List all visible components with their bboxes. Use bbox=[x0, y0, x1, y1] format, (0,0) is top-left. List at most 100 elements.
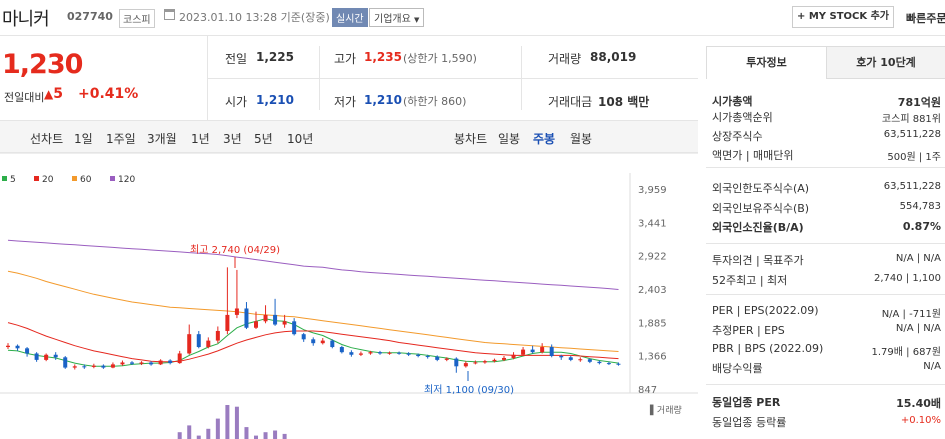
quick-order-link[interactable]: 빠른주문 bbox=[906, 10, 945, 26]
candle-body bbox=[568, 357, 573, 360]
stock-name: 마니커 bbox=[2, 9, 50, 30]
info-value: N/A bbox=[923, 361, 941, 372]
period-4[interactable]: 3년 bbox=[223, 130, 242, 147]
candle-body bbox=[397, 352, 402, 354]
candle-body bbox=[120, 362, 125, 365]
period-1[interactable]: 1주일 bbox=[106, 130, 136, 147]
legend-swatch-20 bbox=[34, 176, 39, 181]
volume-bar bbox=[263, 432, 268, 439]
info-label: 시가총액 bbox=[712, 95, 753, 108]
candle-body bbox=[502, 357, 506, 360]
info-value: 781억원 bbox=[897, 96, 941, 109]
candle-body bbox=[549, 347, 554, 357]
candle-body bbox=[616, 363, 621, 365]
candle-body bbox=[425, 356, 430, 358]
quote-datetime: 2023.01.10 13:28 기준(장중) bbox=[179, 11, 330, 24]
low-note: 최저 1,100 (09/30) bbox=[424, 384, 514, 396]
info-label: PER | EPS(2022.09) bbox=[712, 304, 819, 317]
candle-body bbox=[53, 354, 58, 358]
info-value: 63,511,228 bbox=[883, 181, 941, 192]
candle-body bbox=[244, 308, 249, 328]
info-value: 500원 | 1주 bbox=[887, 152, 941, 163]
info-label: 배당수익률 bbox=[712, 362, 763, 375]
info-label: 투자의견 | 목표주가 bbox=[712, 254, 804, 267]
volume-label: 거래량 bbox=[548, 52, 582, 66]
info-value: N/A | -711원 bbox=[881, 309, 941, 320]
info-value: 15.40배 bbox=[896, 397, 941, 410]
info-label: 외국인소진율(B/A) bbox=[712, 221, 804, 234]
divider bbox=[208, 78, 698, 79]
tab-order-book[interactable]: 호가 10단계 bbox=[827, 46, 945, 79]
candle-body bbox=[492, 359, 497, 362]
low-price: 1,210 bbox=[364, 93, 402, 107]
candle-body bbox=[292, 321, 297, 335]
period-6[interactable]: 10년 bbox=[287, 130, 313, 147]
candle-body bbox=[6, 345, 10, 348]
price-change: ▲5 bbox=[44, 86, 63, 102]
candle-body bbox=[63, 357, 68, 368]
amount-label: 거래대금 bbox=[548, 95, 593, 109]
tab-investment-info[interactable]: 투자정보 bbox=[706, 46, 827, 79]
high-label: 고가 bbox=[334, 52, 357, 66]
info-value: 63,511,228 bbox=[883, 129, 941, 140]
info-value: 1.79배 | 687원 bbox=[871, 347, 941, 358]
candle-body bbox=[225, 314, 230, 331]
candle-body bbox=[406, 353, 411, 355]
prev-close: 1,225 bbox=[256, 50, 294, 64]
period-5[interactable]: 5년 bbox=[254, 130, 273, 147]
volume-bar bbox=[225, 405, 230, 439]
period-3[interactable]: 1년 bbox=[191, 130, 210, 147]
low-label: 저가 bbox=[334, 95, 357, 109]
panel-divider bbox=[706, 294, 945, 295]
candle-body bbox=[254, 321, 258, 328]
live-badge[interactable]: 실시간 bbox=[332, 8, 368, 27]
info-label: 52주최고 | 최저 bbox=[712, 274, 788, 287]
candle-period-2[interactable]: 월봉 bbox=[570, 130, 592, 147]
line-chart-label: 선차트 bbox=[30, 132, 64, 146]
chevron-down-icon: ▼ bbox=[414, 16, 420, 24]
candle-body bbox=[320, 340, 325, 344]
price-chart[interactable]: 5 20 60 120 3,959 3,441 2,922 2,403 1,885 1,366 84… bbox=[0, 153, 698, 439]
info-value: N/A | N/A bbox=[895, 253, 941, 264]
candle-body bbox=[234, 308, 239, 315]
high-note: 최고 2,740 (04/29) bbox=[190, 244, 280, 256]
candle-period-1[interactable]: 주봉 bbox=[533, 130, 555, 147]
volume-bar bbox=[206, 428, 211, 439]
candle-body bbox=[263, 314, 268, 322]
candle-body bbox=[473, 362, 478, 364]
plus-icon: + bbox=[796, 11, 806, 22]
candle-chart-label: 봉차트 bbox=[454, 132, 488, 146]
calendar-icon bbox=[164, 9, 175, 20]
y-tick-label: 1,885 bbox=[638, 318, 667, 329]
open-price: 1,210 bbox=[256, 93, 294, 107]
corp-overview-dropdown[interactable]: 기업개요 ▼ bbox=[369, 8, 425, 27]
market-badge: 코스피 bbox=[119, 9, 155, 28]
candle-body bbox=[606, 363, 611, 365]
candle-body bbox=[368, 352, 373, 354]
info-value: 코스피 881위 bbox=[881, 114, 941, 125]
info-label: 시가총액순위 bbox=[712, 111, 773, 124]
candle-body bbox=[206, 340, 211, 348]
volume-bar bbox=[177, 432, 182, 439]
candle-body bbox=[177, 353, 182, 364]
candle-body bbox=[540, 347, 545, 353]
candle-body bbox=[130, 362, 134, 364]
current-price: 1,230 bbox=[2, 49, 83, 80]
info-label: 추정PER | EPS bbox=[712, 324, 785, 337]
info-value: N/A | N/A bbox=[895, 323, 941, 334]
period-2[interactable]: 3개월 bbox=[147, 130, 177, 147]
info-label: 동일업종 등락률 bbox=[712, 416, 787, 429]
info-value: 2,740 | 1,100 bbox=[874, 273, 941, 284]
candle-body bbox=[521, 349, 526, 355]
corp-overview-label: 기업개요 bbox=[374, 14, 411, 25]
period-0[interactable]: 1일 bbox=[74, 130, 93, 147]
info-label: 외국인보유주식수(B) bbox=[712, 202, 810, 215]
candle-body bbox=[463, 363, 468, 367]
candle-body bbox=[301, 334, 306, 340]
add-mystock-button[interactable]: + MY STOCK 추가 bbox=[792, 6, 894, 28]
candle-period-0[interactable]: 일봉 bbox=[498, 130, 520, 147]
info-value: 554,783 bbox=[899, 201, 941, 212]
candle-body bbox=[187, 334, 192, 354]
stock-code: 027740 bbox=[67, 10, 113, 23]
legend-swatch-5 bbox=[2, 176, 7, 181]
